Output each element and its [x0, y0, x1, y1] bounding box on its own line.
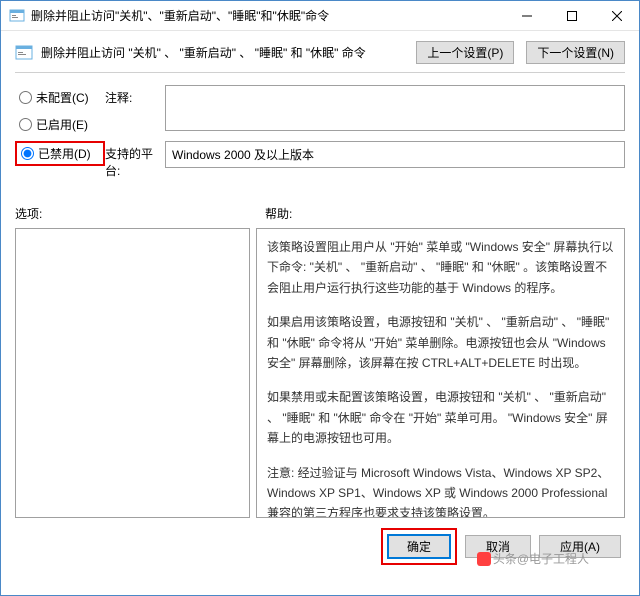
watermark-icon — [477, 552, 491, 566]
help-p4: 注意: 经过验证与 Microsoft Windows Vista、Window… — [267, 463, 614, 518]
help-p1: 该策略设置阻止用户从 "开始" 菜单或 "Windows 安全" 屏幕执行以下命… — [267, 237, 614, 298]
policy-title: 删除并阻止访问 "关机" 、 "重新启动" 、 "睡眠" 和 "休眠" 命令 — [41, 44, 404, 61]
radio-enabled[interactable]: 已启用(E) — [15, 114, 105, 135]
watermark: 头条@电子工程人 — [477, 550, 589, 567]
radio-enabled-input[interactable] — [19, 118, 32, 131]
help-p3: 如果禁用或未配置该策略设置，电源按钮和 "关机" 、 "重新启动" 、 "睡眠"… — [267, 387, 614, 448]
close-button[interactable] — [594, 1, 639, 31]
prev-setting-button[interactable]: 上一个设置(P) — [416, 41, 514, 64]
minimize-button[interactable] — [504, 1, 549, 31]
help-label: 帮助: — [265, 205, 292, 222]
policy-icon — [15, 44, 33, 62]
ok-button[interactable]: 确定 — [387, 534, 451, 559]
window-title: 删除并阻止访问"关机"、"重新启动"、"睡眠"和"休眠"命令 — [31, 7, 504, 24]
radio-disabled-input[interactable] — [21, 147, 34, 160]
platform-box: Windows 2000 及以上版本 — [165, 141, 625, 168]
dialog-window: 删除并阻止访问"关机"、"重新启动"、"睡眠"和"休眠"命令 删除并阻止访问 "… — [0, 0, 640, 596]
divider — [15, 72, 625, 73]
radio-not-configured[interactable]: 未配置(C) — [15, 87, 105, 108]
titlebar: 删除并阻止访问"关机"、"重新启动"、"睡眠"和"休眠"命令 — [1, 1, 639, 31]
help-p2: 如果启用该策略设置，电源按钮和 "关机" 、 "重新启动" 、 "睡眠" 和 "… — [267, 312, 614, 373]
maximize-button[interactable] — [549, 1, 594, 31]
platform-label: 支持的平台: — [105, 141, 165, 179]
ok-highlight: 确定 — [381, 528, 457, 565]
help-panel: 该策略设置阻止用户从 "开始" 菜单或 "Windows 安全" 屏幕执行以下命… — [256, 228, 625, 518]
app-icon — [9, 8, 25, 24]
comment-label: 注释: — [105, 85, 165, 106]
radio-not-configured-input[interactable] — [19, 91, 32, 104]
comment-textarea[interactable] — [165, 85, 625, 131]
options-panel — [15, 228, 250, 518]
options-label: 选项: — [15, 205, 265, 222]
next-setting-button[interactable]: 下一个设置(N) — [526, 41, 625, 64]
radio-disabled[interactable]: 已禁用(D) — [15, 141, 105, 166]
